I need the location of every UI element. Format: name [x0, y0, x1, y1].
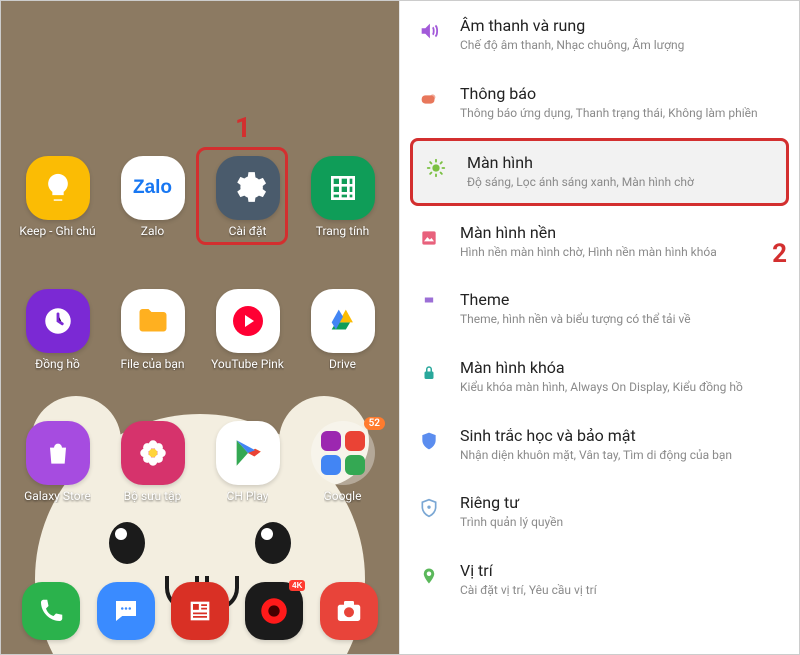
app-icon — [311, 289, 375, 353]
home-screen: 1 Keep - Ghi chúZalo Zalo Cài đặt Trang … — [1, 1, 399, 654]
row-subtitle: Cài đặt vị trí, Yêu cầu vị trí — [460, 583, 781, 599]
messages-app[interactable] — [93, 582, 157, 640]
app-icon — [97, 582, 155, 640]
app-icon — [311, 156, 375, 220]
app-icon — [26, 421, 90, 485]
google-folder[interactable]: 52 Google — [304, 421, 381, 503]
app-icon: Zalo — [121, 156, 185, 220]
row-text: Màn hình khóa Kiểu khóa màn hình, Always… — [460, 358, 781, 396]
row-title: Sinh trắc học và bảo mật — [460, 426, 781, 445]
app-label: Galaxy Store — [24, 489, 91, 503]
app-label: Bộ sưu tập — [124, 489, 182, 503]
app-icon — [171, 582, 229, 640]
row-text: Màn hình Độ sáng, Lọc ánh sáng xanh, Màn… — [467, 153, 774, 191]
annotation-2: 2 — [772, 239, 787, 269]
app-icon — [216, 421, 280, 485]
row-title: Màn hình nền — [460, 223, 781, 242]
app-icon — [26, 156, 90, 220]
row-title: Riêng tư — [460, 493, 781, 512]
highlight-settings — [196, 147, 288, 245]
row-subtitle: Chế độ âm thanh, Nhạc chuông, Âm lượng — [460, 38, 781, 54]
lock-icon — [416, 360, 442, 386]
news-app[interactable] — [168, 582, 232, 640]
row-text: Âm thanh và rung Chế độ âm thanh, Nhạc c… — [460, 16, 781, 54]
folder-icon: 52 — [311, 421, 375, 485]
app-label: YouTube Pink — [211, 357, 284, 371]
settings-row-wallpaper[interactable]: Màn hình nền Hình nền màn hình chờ, Hình… — [400, 208, 799, 276]
app-label: Drive — [329, 357, 356, 371]
app-label: Google — [324, 489, 362, 503]
row-text: Vị trí Cài đặt vị trí, Yêu cầu vị trí — [460, 561, 781, 599]
app-icon: 4K — [245, 582, 303, 640]
gallery-app[interactable]: Bộ sưu tập — [114, 421, 191, 503]
row-subtitle: Kiểu khóa màn hình, Always On Display, K… — [460, 380, 781, 396]
settings-row-themes[interactable]: Theme Theme, hình nền và biểu tượng có t… — [400, 275, 799, 343]
row-subtitle: Thông báo ứng dụng, Thanh trạng thái, Kh… — [460, 106, 781, 122]
sound-icon — [416, 18, 442, 44]
drive-app[interactable]: Drive — [304, 289, 381, 371]
row-subtitle: Hình nền màn hình chờ, Hình nền màn hình… — [460, 245, 781, 261]
app-icon — [22, 582, 80, 640]
app-icon — [121, 421, 185, 485]
badge: 52 — [364, 417, 385, 430]
row-title: Thông báo — [460, 84, 781, 103]
app-icon — [26, 289, 90, 353]
sheets-app[interactable]: Trang tính — [304, 156, 381, 238]
row-title: Màn hình — [467, 153, 774, 172]
files-app[interactable]: File của bạn — [114, 289, 191, 371]
settings-list: Âm thanh và rung Chế độ âm thanh, Nhạc c… — [399, 1, 799, 654]
row-text: Sinh trắc học và bảo mật Nhận diện khuôn… — [460, 426, 781, 464]
row-title: Theme — [460, 290, 781, 309]
app-icon — [121, 289, 185, 353]
settings-row-lockscreen[interactable]: Màn hình khóa Kiểu khóa màn hình, Always… — [400, 343, 799, 411]
camera-app[interactable] — [317, 582, 381, 640]
store-app[interactable]: Galaxy Store — [19, 421, 96, 503]
app-label: Keep - Ghi chú — [19, 224, 95, 238]
row-title: Âm thanh và rung — [460, 16, 781, 35]
settings-row-sounds[interactable]: Âm thanh và rung Chế độ âm thanh, Nhạc c… — [400, 1, 799, 69]
app-icon — [320, 582, 378, 640]
row-subtitle: Trình quản lý quyền — [460, 515, 781, 531]
row-text: Riêng tư Trình quản lý quyền — [460, 493, 781, 531]
app-label: Trang tính — [316, 224, 370, 238]
settings-row-notifications[interactable]: Thông báo Thông báo ứng dụng, Thanh trạn… — [400, 69, 799, 137]
app-label: Đồng hồ — [35, 357, 80, 371]
brightness-icon — [423, 155, 449, 181]
settings-row-display[interactable]: Màn hình Độ sáng, Lọc ánh sáng xanh, Màn… — [410, 138, 789, 206]
shield-icon — [416, 428, 442, 454]
row-subtitle: Theme, hình nền và biểu tượng có thể tải… — [460, 312, 781, 328]
phone-app[interactable] — [19, 582, 83, 640]
row-title: Vị trí — [460, 561, 781, 580]
zalo-app[interactable]: Zalo Zalo — [114, 156, 191, 238]
keep-app[interactable]: Keep - Ghi chú — [19, 156, 96, 238]
settings-row-privacy[interactable]: Riêng tư Trình quản lý quyền — [400, 478, 799, 546]
app-label: Zalo — [141, 224, 164, 238]
privacy-icon — [416, 495, 442, 521]
row-text: Thông báo Thông báo ứng dụng, Thanh trạn… — [460, 84, 781, 122]
row-subtitle: Nhận diện khuôn mặt, Vân tay, Tìm di độn… — [460, 448, 781, 464]
app-label: File của bạn — [120, 357, 184, 371]
record-app[interactable]: 4K — [242, 582, 306, 640]
play-app[interactable]: CH Play — [209, 421, 286, 503]
wallpaper-icon — [416, 225, 442, 251]
row-text: Màn hình nền Hình nền màn hình chờ, Hình… — [460, 223, 781, 261]
row-text: Theme Theme, hình nền và biểu tượng có t… — [460, 290, 781, 328]
annotation-1: 1 — [235, 111, 251, 144]
youtube-app[interactable]: YouTube Pink — [209, 289, 286, 371]
theme-icon — [416, 292, 442, 318]
row-subtitle: Độ sáng, Lọc ánh sáng xanh, Màn hình chờ — [467, 175, 774, 191]
row-title: Màn hình khóa — [460, 358, 781, 377]
app-label: CH Play — [227, 489, 269, 503]
settings-row-location[interactable]: Vị trí Cài đặt vị trí, Yêu cầu vị trí — [400, 546, 799, 614]
notification-icon — [416, 86, 442, 112]
settings-row-biometrics[interactable]: Sinh trắc học và bảo mật Nhận diện khuôn… — [400, 411, 799, 479]
app-icon — [216, 289, 280, 353]
clock-app[interactable]: Đồng hồ — [19, 289, 96, 371]
location-icon — [416, 563, 442, 589]
